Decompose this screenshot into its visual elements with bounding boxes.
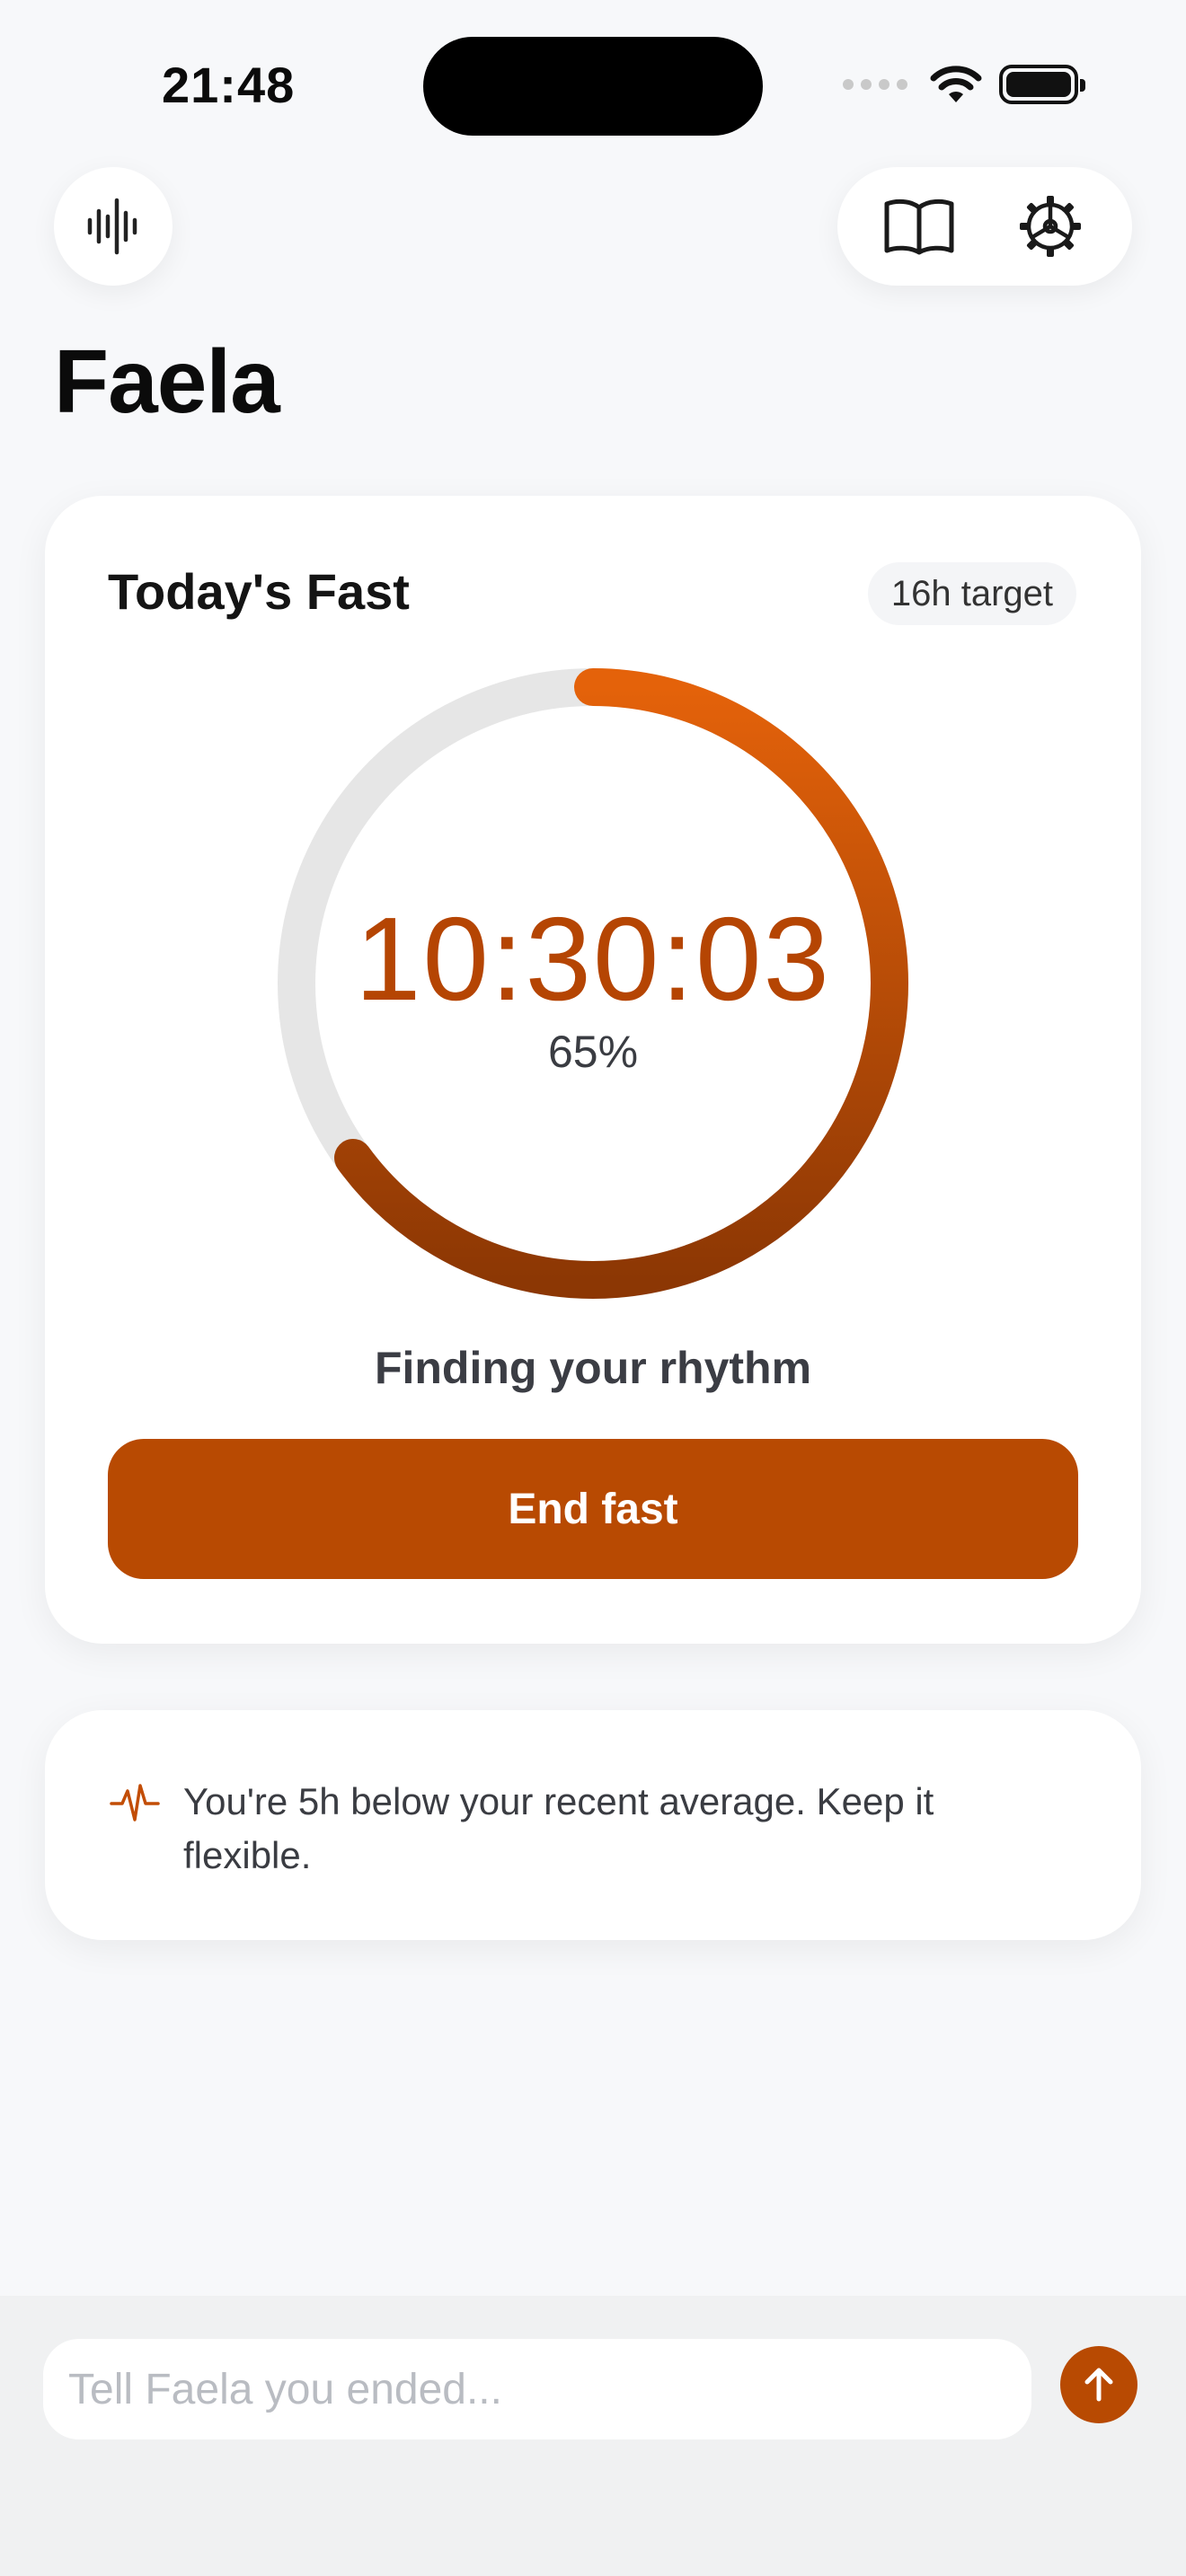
fast-phase-label: Finding your rhythm <box>374 1343 812 1393</box>
signal-icon <box>843 79 907 90</box>
book-button[interactable] <box>874 181 964 271</box>
arrow-up-icon <box>1084 2368 1113 2402</box>
progress-ring: 10:30:03 65% <box>276 666 910 1301</box>
book-icon <box>884 198 954 255</box>
battery-icon <box>999 65 1085 104</box>
header-actions <box>837 167 1132 286</box>
status-time: 21:48 <box>162 57 296 113</box>
wifi-icon <box>930 66 982 102</box>
card-title: Today's Fast <box>108 563 410 620</box>
progress-percent: 65% <box>547 1027 639 1077</box>
settings-gear-icon <box>1020 196 1081 257</box>
end-fast-button[interactable]: End fast <box>108 1439 1078 1579</box>
page-title: Faela <box>54 331 280 432</box>
dynamic-island <box>423 37 763 136</box>
heartbeat-icon <box>110 1784 160 1822</box>
status-bar: 21:48 <box>0 0 1186 162</box>
send-button[interactable] <box>1060 2346 1137 2423</box>
voice-button[interactable] <box>54 167 173 286</box>
target-badge: 16h target <box>867 562 1076 625</box>
status-icons <box>843 65 1085 104</box>
voice-waveform-icon <box>87 198 137 255</box>
message-composer <box>0 2296 1186 2576</box>
elapsed-timer: 10:30:03 <box>355 893 831 1025</box>
insight-text: You're 5h below your recent average. Kee… <box>183 1780 934 1876</box>
insight-card: You're 5h below your recent average. Kee… <box>45 1710 1141 1940</box>
settings-button[interactable] <box>1005 181 1095 271</box>
todays-fast-card: Today's Fast 16h target 10:30:03 65% Fin… <box>45 496 1141 1644</box>
message-input[interactable] <box>43 2339 1031 2439</box>
